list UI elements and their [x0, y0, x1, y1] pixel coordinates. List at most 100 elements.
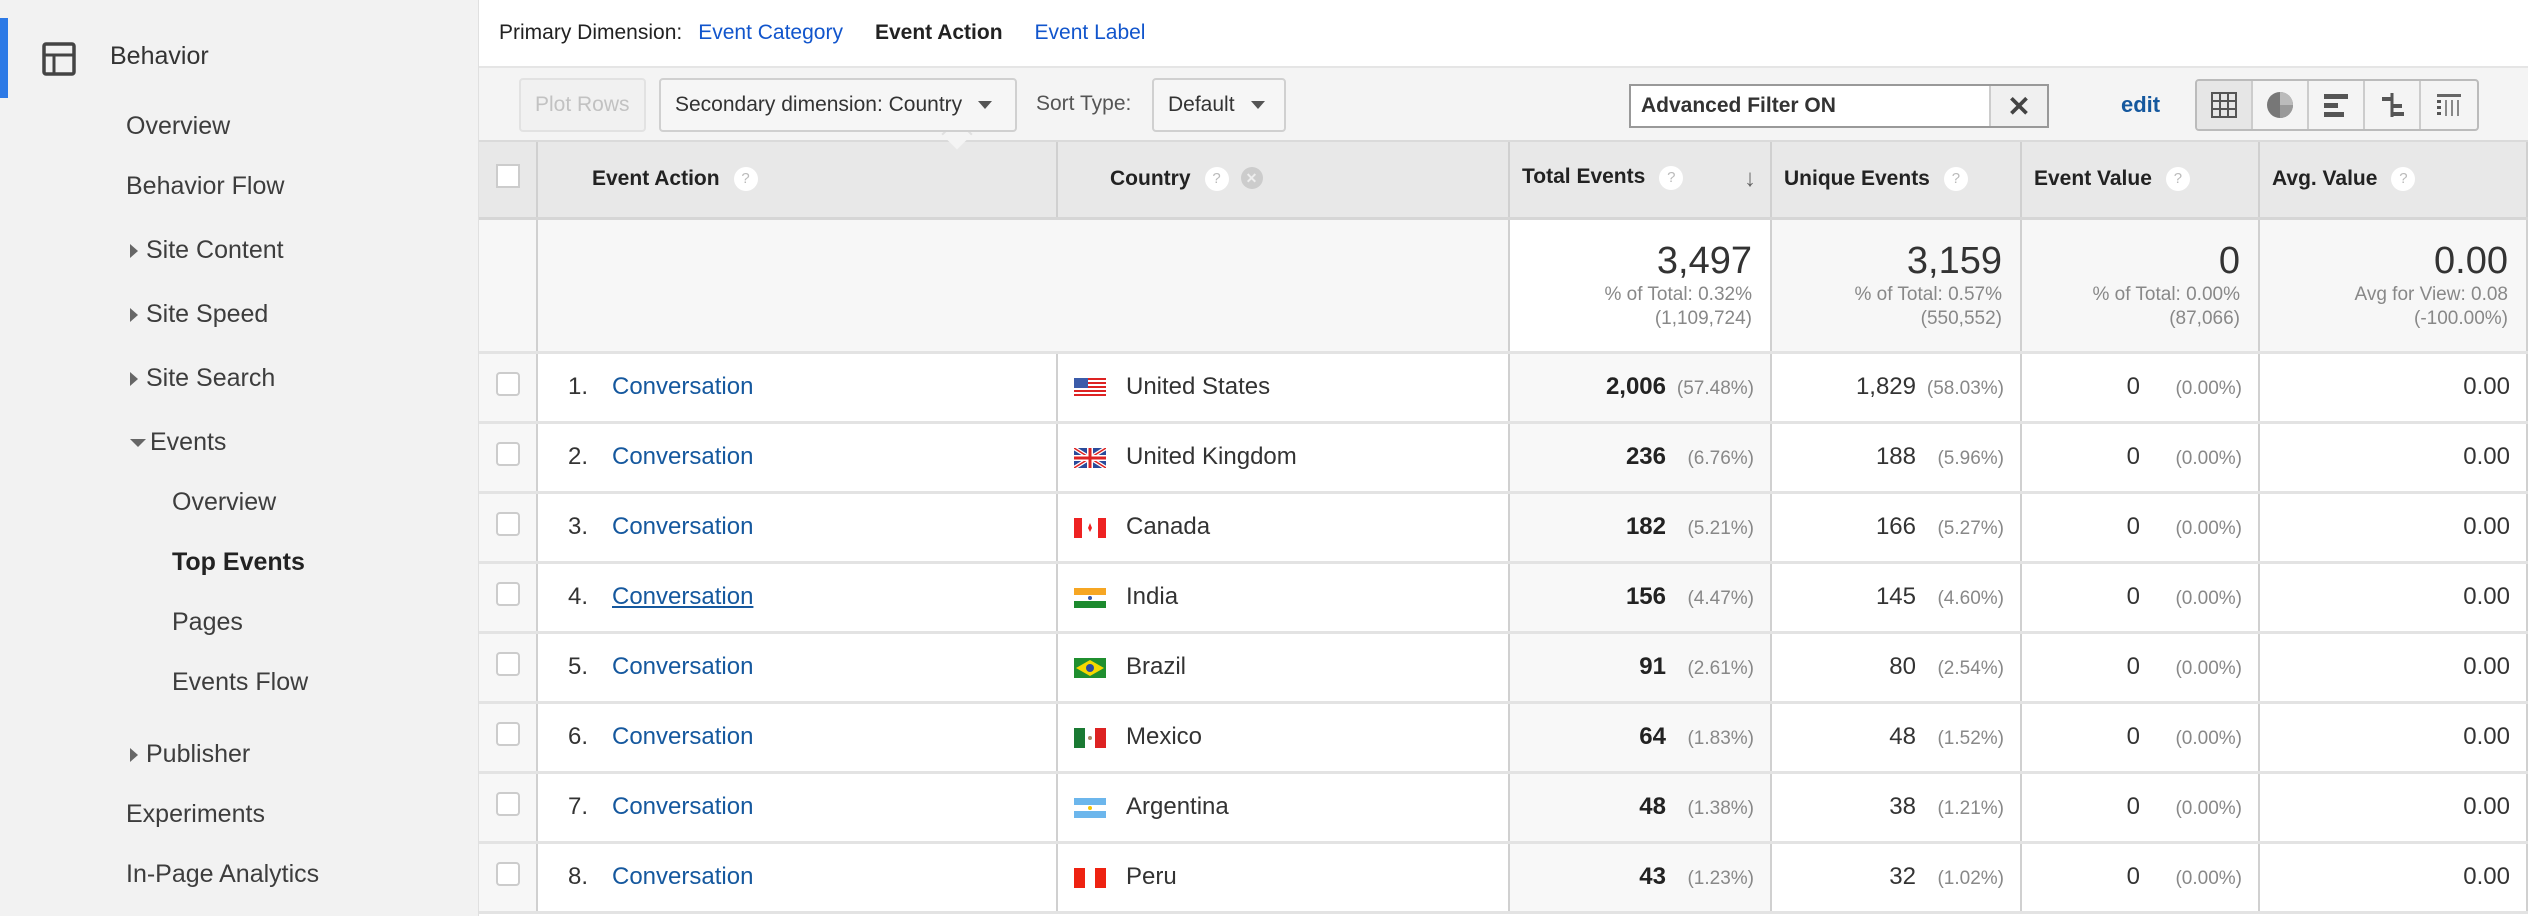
event-value-percent: (0.00%) [2175, 378, 2242, 399]
row-checkbox[interactable] [495, 721, 520, 746]
event-action-link[interactable]: Conversation [612, 513, 753, 540]
sidebar-item-in-page-analytics[interactable]: In-Page Analytics [126, 860, 319, 889]
country-name[interactable]: Brazil [1126, 653, 1186, 680]
summary-event-value: 0 % of Total: 0.00% (87,066) [2021, 218, 2260, 354]
table-row: 7. Conversation Argentina 48 (1.38%) 38 (1.21%… [479, 772, 2528, 844]
sidebar-item-behavior-flow[interactable]: Behavior Flow [126, 172, 284, 201]
country-cell: Canada [1057, 492, 1510, 564]
country-name[interactable]: India [1126, 583, 1178, 610]
sidebar-section-behavior[interactable]: Behavior [0, 18, 480, 98]
country-name[interactable]: United Kingdom [1126, 443, 1297, 470]
sidebar-item-label: In-Page Analytics [126, 860, 320, 888]
row-checkbox[interactable] [495, 651, 520, 676]
sort-type-value: Default [1168, 93, 1235, 116]
header-event-action[interactable]: Event Action? [537, 142, 1058, 220]
caret-right-icon[interactable] [130, 308, 138, 323]
bar-view-button[interactable] [2309, 81, 2365, 129]
row-select-cell [479, 422, 538, 494]
event-action-link[interactable]: Conversation [612, 723, 753, 750]
event-action-cell: 7. Conversation [537, 772, 1058, 844]
event-value-cell: 0 (0.00%) [2021, 422, 2260, 494]
sidebar-item-overview[interactable]: Overview [172, 488, 276, 517]
unique-events-percent: (1.21%) [1937, 798, 2004, 819]
sidebar-item-site-content[interactable]: Site Content [130, 236, 284, 265]
sort-type-label: Sort Type: [1036, 92, 1132, 115]
sidebar-item-overview[interactable]: Overview [126, 112, 230, 141]
sidebar-item-site-search[interactable]: Site Search [130, 364, 275, 393]
summary-avg-value: 0.00 Avg for View: 0.08 (-100.00%) [2259, 218, 2528, 354]
summary-value: 0 [2218, 239, 2240, 282]
sidebar-item-pages[interactable]: Pages [172, 608, 243, 637]
event-action-link[interactable]: Conversation [612, 863, 753, 890]
row-checkbox[interactable] [495, 791, 520, 816]
event-action-link[interactable]: Conversation [612, 373, 753, 400]
row-checkbox[interactable] [495, 441, 520, 466]
event-action-link[interactable]: Conversation [612, 793, 753, 820]
avg-value-value: 0.00 [2463, 653, 2510, 680]
help-icon[interactable]: ? [2165, 167, 2190, 192]
country-name[interactable]: Canada [1126, 513, 1210, 540]
country-name[interactable]: Mexico [1126, 723, 1202, 750]
filter-input[interactable] [1631, 86, 1989, 126]
country-name[interactable]: United States [1126, 373, 1270, 400]
sidebar-item-publisher[interactable]: Publisher [130, 740, 250, 769]
sidebar-item-label: Site Search [146, 364, 276, 392]
help-icon[interactable]: ? [1204, 167, 1229, 192]
country-name[interactable]: Argentina [1126, 793, 1229, 820]
unique-events-percent: (58.03%) [1926, 378, 2004, 399]
pie-view-button[interactable] [2253, 81, 2309, 129]
event-value-value: 0 [2126, 723, 2140, 750]
table-view-icon [2211, 92, 2237, 118]
header-total-events[interactable]: Total Events? ↓ [1509, 142, 1772, 220]
help-icon[interactable]: ? [1943, 167, 1968, 192]
active-section-indicator [0, 18, 8, 98]
chevron-down-icon [978, 101, 993, 109]
sidebar-item-site-speed[interactable]: Site Speed [130, 300, 268, 329]
dimension-event-action[interactable]: Event Action [875, 21, 1003, 45]
header-unique-events[interactable]: Unique Events? [1771, 142, 2022, 220]
caret-right-icon[interactable] [130, 372, 138, 387]
select-all-checkbox[interactable] [495, 164, 520, 189]
help-icon[interactable]: ? [733, 167, 758, 192]
total-events-percent: (1.83%) [1687, 728, 1754, 749]
sidebar-item-events-flow[interactable]: Events Flow [172, 668, 308, 697]
sort-type-dropdown[interactable]: Default [1152, 78, 1286, 132]
sidebar-item-top-events[interactable]: Top Events [172, 548, 305, 577]
sidebar-item-experiments[interactable]: Experiments [126, 800, 265, 829]
row-checkbox[interactable] [495, 511, 520, 536]
table-view-button[interactable] [2197, 81, 2253, 129]
avg-value-cell: 0.00 [2259, 702, 2528, 774]
caret-down-icon[interactable] [130, 439, 146, 448]
caret-right-icon[interactable] [130, 748, 138, 763]
secondary-dimension-dropdown[interactable]: Secondary dimension: Country [659, 78, 1017, 132]
avg-value-cell: 0.00 [2259, 772, 2528, 844]
event-action-link[interactable]: Conversation [612, 443, 753, 470]
event-action-link[interactable]: Conversation [612, 653, 753, 680]
dimension-event-category[interactable]: Event Category [698, 21, 843, 45]
header-event-value[interactable]: Event Value? [2021, 142, 2260, 220]
sidebar-item-events[interactable]: Events [130, 428, 226, 457]
total-events-value: 64 [1639, 723, 1666, 750]
event-action-link[interactable]: Conversation [612, 583, 753, 610]
avg-value-value: 0.00 [2463, 513, 2510, 540]
event-value-percent: (0.00%) [2175, 448, 2242, 469]
edit-filter-link[interactable]: edit [2121, 92, 2160, 118]
comparison-view-button[interactable] [2365, 81, 2421, 129]
help-icon[interactable]: ? [1659, 165, 1684, 190]
dimension-event-label[interactable]: Event Label [1035, 21, 1146, 45]
plot-rows-button[interactable]: Plot Rows [519, 78, 646, 132]
event-action-cell: 8. Conversation [537, 842, 1058, 914]
pivot-view-button[interactable] [2421, 81, 2477, 129]
help-icon[interactable]: ? [2391, 167, 2416, 192]
remove-secondary-dimension-icon[interactable]: ✕ [1240, 167, 1263, 190]
header-avg-value[interactable]: Avg. Value? [2259, 142, 2528, 220]
row-checkbox[interactable] [495, 861, 520, 886]
clear-filter-button[interactable]: ✕ [1989, 86, 2047, 126]
row-checkbox[interactable] [495, 581, 520, 606]
total-events-percent: (57.48%) [1676, 378, 1754, 399]
unique-events-value: 32 [1889, 863, 1916, 890]
header-country[interactable]: Country? ✕ [1057, 142, 1510, 220]
country-name[interactable]: Peru [1126, 863, 1177, 890]
caret-right-icon[interactable] [130, 244, 138, 259]
row-checkbox[interactable] [495, 371, 520, 396]
